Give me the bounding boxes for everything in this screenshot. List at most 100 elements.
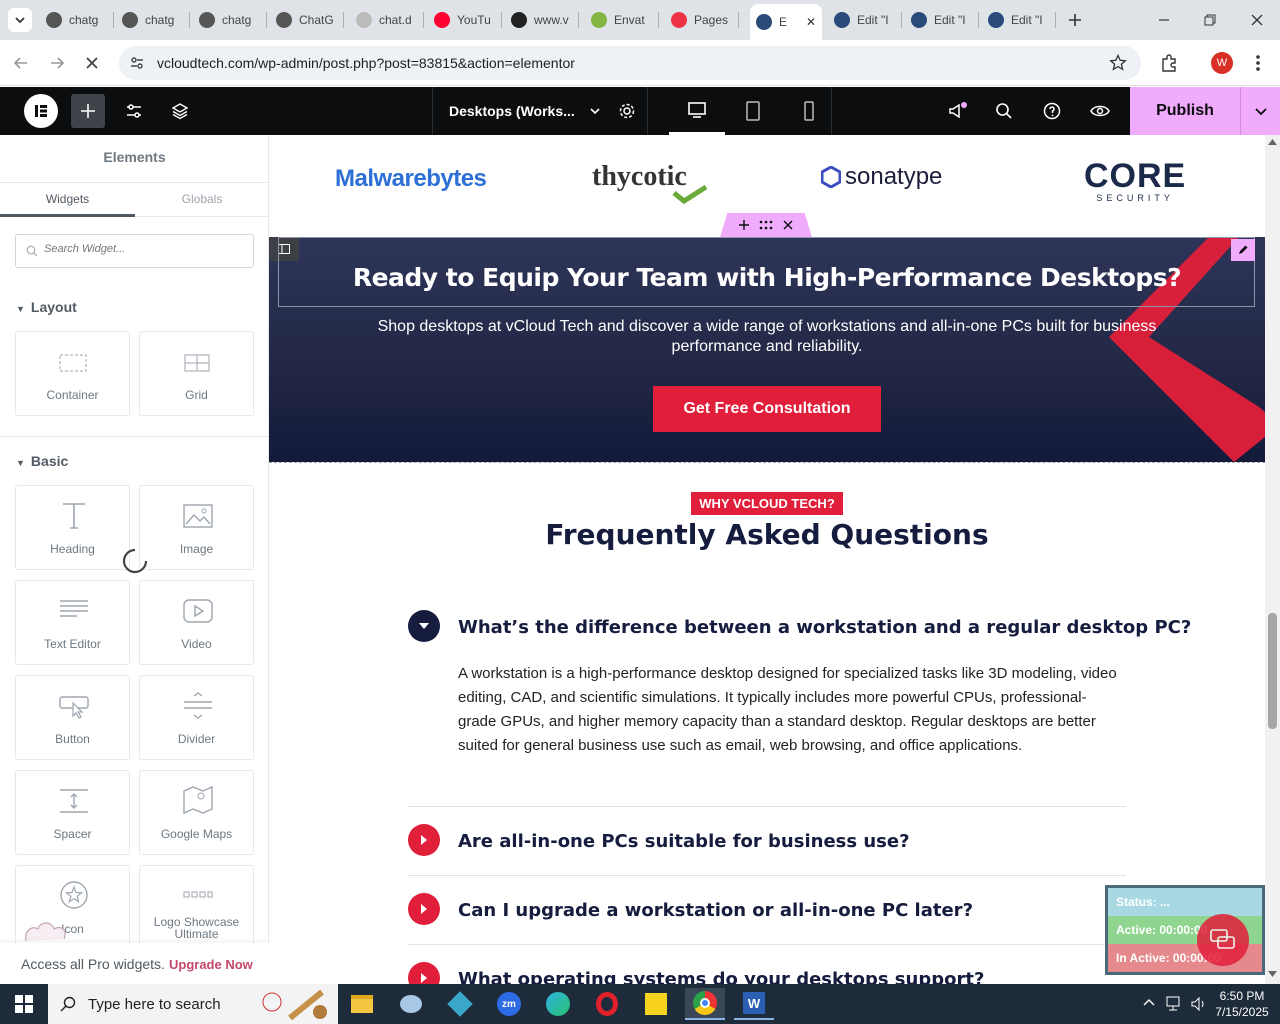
heading-icon [63,503,85,529]
tab-separator [578,12,579,28]
network-icon[interactable] [1166,996,1184,1017]
site-settings-button[interactable] [118,87,150,135]
preview-button[interactable] [1082,87,1118,135]
widget-google-maps[interactable]: Google Maps [139,770,254,855]
widget-search-input[interactable] [44,243,244,255]
close-window-button[interactable] [1245,8,1269,32]
page-settings-button[interactable] [606,87,648,135]
publish-options-button[interactable] [1240,87,1280,135]
widget-label: Image [179,542,214,556]
faq-question-4[interactable]: What operating systems do your desktops … [458,969,984,984]
edge-browser-icon[interactable] [538,988,578,1020]
paint-app-icon[interactable] [391,988,431,1020]
browser-tab[interactable]: chat.d [356,6,424,34]
scrollbar-thumb[interactable] [1268,613,1277,729]
stop-loading-button[interactable] [83,54,101,77]
browser-tab[interactable]: E ✕ [750,4,822,40]
profile-avatar[interactable]: W [1211,52,1233,74]
zoom-app-icon[interactable]: zm [489,988,529,1020]
publish-button[interactable]: Publish [1130,87,1240,135]
faq-toggle[interactable] [408,893,440,925]
widget-search-field[interactable] [15,234,254,268]
word-app-icon[interactable]: W [734,988,774,1020]
close-tab-icon[interactable]: ✕ [806,15,816,29]
widget-grid[interactable]: Grid [139,331,254,416]
restore-button[interactable] [1198,8,1222,32]
get-free-consultation-button[interactable]: Get Free Consultation [653,386,881,432]
widget-video[interactable]: Video [139,580,254,665]
add-element-button[interactable] [71,94,105,128]
back-button[interactable] [12,54,30,77]
bookmark-star-icon[interactable] [1109,53,1127,77]
faq-toggle[interactable] [408,962,440,984]
taskbar-search-box[interactable]: Type here to search [48,984,338,1024]
tab-search-button[interactable] [8,8,32,32]
section-handle[interactable] [720,213,812,237]
help-button[interactable] [1034,87,1070,135]
mobile-view-button[interactable] [786,87,832,135]
widget-heading[interactable]: Heading [15,485,130,570]
faq-toggle[interactable] [408,824,440,856]
extensions-icon[interactable] [1159,53,1179,78]
video-icon [183,599,213,623]
tab-globals[interactable]: Globals [135,183,269,217]
section-layout-header[interactable]: ▼ Layout [16,299,77,315]
device-page-dropdown[interactable]: Desktops (Works... [432,87,602,135]
volume-icon[interactable] [1190,996,1208,1017]
opera-browser-icon[interactable] [587,988,627,1020]
faq-question-2[interactable]: Are all-in-one PCs suitable for business… [458,831,910,852]
upgrade-now-link[interactable]: Upgrade Now [169,957,253,972]
chatgpt-icon [276,12,292,28]
browser-tab[interactable]: Edit "I [911,6,979,34]
show-hidden-icons-button[interactable] [1142,996,1156,1015]
notifications-button[interactable] [938,87,978,135]
faq-toggle-open[interactable] [408,610,440,642]
browser-tab[interactable]: Envat [591,6,659,34]
browser-tab[interactable]: ChatG [276,6,344,34]
browser-tab[interactable]: Edit "I [988,6,1056,34]
faq-question-1[interactable]: What’s the difference between a workstat… [458,617,1191,638]
file-explorer-icon[interactable] [342,988,382,1020]
browser-tab[interactable]: YouTu [434,6,502,34]
section-basic-header[interactable]: ▼ Basic [16,453,68,469]
browser-tab[interactable]: chatg [199,6,267,34]
widget-text-editor[interactable]: Text Editor [15,580,130,665]
widget-image[interactable]: Image [139,485,254,570]
edit-widget-button[interactable] [1231,239,1255,261]
tab-separator [113,12,114,28]
desktop-view-button[interactable] [669,87,725,135]
elementor-logo-button[interactable] [22,87,60,135]
app-diamond-icon[interactable] [440,988,480,1020]
widget-logo-showcase[interactable]: Logo Showcase Ultimate [139,865,254,950]
cta-section[interactable]: Ready to Equip Your Team with High-Perfo… [269,237,1265,462]
widget-container[interactable]: Container [15,331,130,416]
browser-tab[interactable]: www.v [511,6,579,34]
minimize-button[interactable] [1152,8,1176,32]
deepseek-icon [356,12,372,28]
browser-menu-icon[interactable] [1252,53,1264,78]
widget-spacer[interactable]: Spacer [15,770,130,855]
start-button[interactable] [4,988,44,1020]
canvas-scrollbar[interactable] [1265,135,1280,984]
sticky-notes-icon[interactable] [636,988,676,1020]
tab-widgets[interactable]: Widgets [0,183,135,217]
new-tab-button[interactable] [1063,8,1087,32]
browser-tab[interactable]: chatg [46,6,114,34]
widget-divider[interactable]: Divider [139,675,254,760]
site-info-icon[interactable] [129,55,145,76]
address-bar[interactable]: vcloudtech.com/wp-admin/post.php?post=83… [119,46,1141,80]
faq-answer-1: A workstation is a high-performance desk… [458,665,1117,754]
browser-tab[interactable]: chatg [122,6,190,34]
chat-button[interactable] [1197,914,1249,966]
forward-button[interactable] [48,54,66,77]
faq-question-3[interactable]: Can I upgrade a workstation or all-in-on… [458,900,973,921]
taskbar-clock[interactable]: 6:50 PM 7/15/2025 [1214,988,1270,1020]
browser-tab[interactable]: Edit "I [834,6,902,34]
browser-tab[interactable]: Pages [671,6,739,34]
search-button[interactable] [986,87,1022,135]
widget-button[interactable]: Button [15,675,130,760]
vcloud-icon [834,12,850,28]
chrome-browser-icon[interactable] [685,988,725,1020]
structure-button[interactable] [164,87,196,135]
tablet-view-button[interactable] [730,87,776,135]
